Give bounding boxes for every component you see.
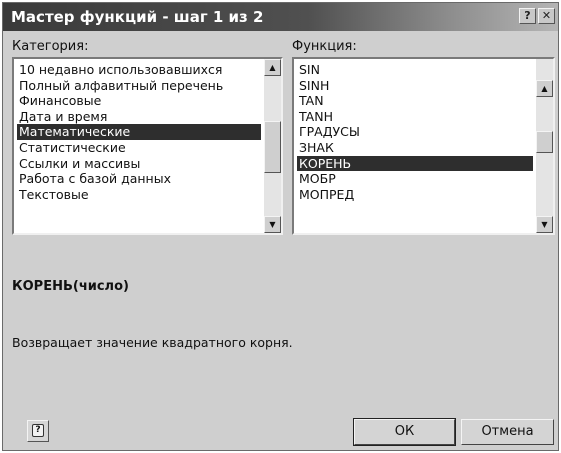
category-list-item[interactable]: Текстовые bbox=[17, 187, 261, 203]
function-list-item[interactable]: TANH bbox=[297, 109, 533, 125]
scroll-down-arrow-icon[interactable]: ▼ bbox=[264, 216, 281, 233]
function-list-item[interactable]: МОПРЕД bbox=[297, 187, 533, 203]
function-scroll-thumb[interactable] bbox=[536, 131, 553, 153]
titlebar-close-button[interactable]: ✕ bbox=[538, 8, 555, 24]
function-listbox[interactable]: SIN SINH TAN TANH ГРАДУСЫ ЗНАК КОРЕНЬ МОБР МОПРЕ… bbox=[292, 57, 555, 235]
category-label: Категория: bbox=[12, 39, 89, 54]
help-button[interactable]: ? bbox=[27, 420, 49, 442]
category-scroll-thumb[interactable] bbox=[264, 121, 281, 173]
category-list-item[interactable]: Математические bbox=[17, 124, 261, 140]
function-wizard-dialog: Мастер функций - шаг 1 из 2 ? ✕ Категори… bbox=[2, 2, 559, 451]
function-scrollbar[interactable]: ▲ ▼ bbox=[536, 59, 553, 233]
cancel-button[interactable]: Отмена bbox=[461, 419, 554, 445]
category-list-item[interactable]: 10 недавно использовавшихся bbox=[17, 62, 261, 78]
function-list-item[interactable]: МОБР bbox=[297, 171, 533, 187]
function-list-item[interactable]: ГРАДУСЫ bbox=[297, 124, 533, 140]
scroll-down-arrow-icon[interactable]: ▼ bbox=[536, 216, 553, 233]
question-icon: ? bbox=[32, 424, 44, 437]
category-list-item[interactable]: Статистические bbox=[17, 140, 261, 156]
category-list-item[interactable]: Дата и время bbox=[17, 109, 261, 125]
ok-button[interactable]: ОК bbox=[353, 418, 456, 446]
category-listbox[interactable]: 10 недавно использовавшихся Полный алфави… bbox=[12, 57, 283, 235]
category-list-item[interactable]: Финансовые bbox=[17, 93, 261, 109]
titlebar-help-button[interactable]: ? bbox=[519, 8, 536, 24]
function-syntax: КОРЕНЬ(число) bbox=[12, 279, 129, 294]
function-label: Функция: bbox=[292, 39, 357, 54]
dialog-title: Мастер функций - шаг 1 из 2 bbox=[11, 8, 264, 26]
category-list-item[interactable]: Ссылки и массивы bbox=[17, 156, 261, 172]
function-list-item[interactable]: КОРЕНЬ bbox=[297, 155, 533, 172]
function-list-item[interactable]: ЗНАК bbox=[297, 140, 533, 156]
function-description: Возвращает значение квадратного корня. bbox=[12, 335, 293, 350]
scroll-up-arrow-icon[interactable]: ▲ bbox=[264, 59, 281, 76]
function-list-item[interactable]: SINH bbox=[297, 78, 533, 94]
category-list-item[interactable]: Полный алфавитный перечень bbox=[17, 78, 261, 94]
category-list-item[interactable]: Работа с базой данных bbox=[17, 171, 261, 187]
function-list-item[interactable]: TAN bbox=[297, 93, 533, 109]
category-scrollbar[interactable]: ▲ ▼ bbox=[264, 59, 281, 233]
category-list: 10 недавно использовавшихся Полный алфави… bbox=[17, 62, 261, 202]
title-bar: Мастер функций - шаг 1 из 2 ? ✕ bbox=[3, 3, 558, 31]
function-list: SIN SINH TAN TANH ГРАДУСЫ ЗНАК КОРЕНЬ МОБР МОПРЕ… bbox=[297, 62, 533, 202]
scroll-up-arrow-icon[interactable]: ▲ bbox=[536, 80, 553, 97]
function-list-item[interactable]: SIN bbox=[297, 62, 533, 78]
